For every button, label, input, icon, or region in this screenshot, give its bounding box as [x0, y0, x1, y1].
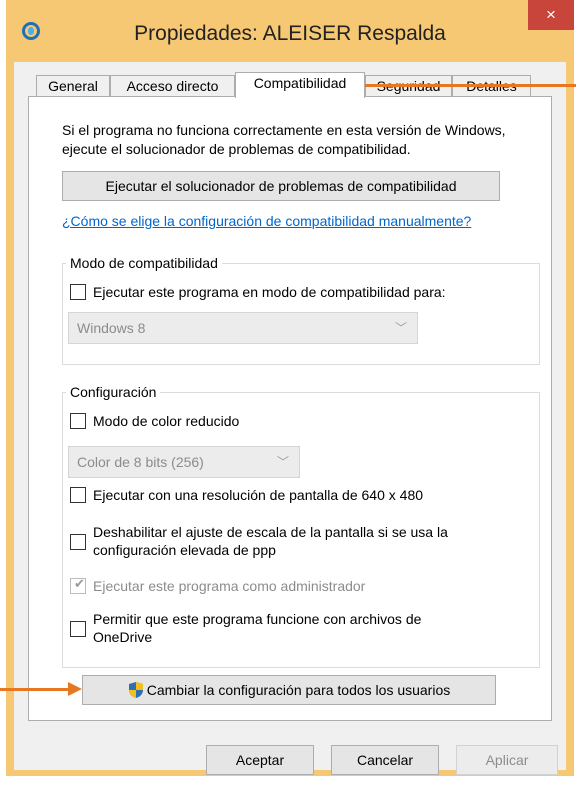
- reduced-color-checkbox[interactable]: [70, 413, 86, 429]
- apply-button[interactable]: Aplicar: [456, 745, 558, 775]
- compat-os-value: Windows 8: [77, 320, 146, 336]
- onedrive-checkbox[interactable]: [70, 621, 86, 637]
- color-depth-value: Color de 8 bits (256): [77, 454, 204, 470]
- close-icon: ×: [546, 5, 556, 24]
- color-depth-select[interactable]: Color de 8 bits (256) ﹀: [68, 446, 300, 478]
- run-as-admin-checkbox[interactable]: ✔: [70, 576, 86, 594]
- resolution-label: Ejecutar con una resolución de pantalla …: [93, 487, 424, 503]
- change-all-users-label: Cambiar la configuración para todos los …: [146, 682, 451, 698]
- chevron-down-icon: ﹀: [276, 455, 289, 469]
- onedrive-label-line1: Permitir que este programa funcione con …: [93, 611, 422, 627]
- compat-mode-checkbox[interactable]: [70, 284, 86, 300]
- uac-shield-icon: [128, 682, 143, 698]
- description-text: Si el programa no funciona correctamente…: [62, 122, 506, 157]
- compat-mode-label: Ejecutar este programa en modo de compat…: [93, 284, 446, 300]
- title-bar[interactable]: Propiedades: ALEISER Respalda ×: [6, 0, 574, 62]
- compat-os-select[interactable]: Windows 8 ﹀: [68, 312, 418, 344]
- onedrive-label-line2: OneDrive: [93, 629, 153, 645]
- chevron-down-icon: ﹀: [394, 321, 407, 335]
- troubleshooter-button[interactable]: Ejecutar el solucionador de problemas de…: [62, 171, 500, 201]
- dpi-scaling-label-line2: configuración elevada de ppp: [93, 542, 276, 558]
- annotation-arrow-button-line: [0, 688, 70, 691]
- run-as-admin-label: Ejecutar este programa como administrado…: [93, 578, 366, 594]
- tab-general[interactable]: General: [36, 75, 110, 97]
- cancel-button[interactable]: Cancelar: [331, 745, 439, 775]
- window-title: Propiedades: ALEISER Respalda: [134, 22, 446, 45]
- change-all-users-button[interactable]: Cambiar la configuración para todos los …: [82, 675, 496, 705]
- reduced-color-label: Modo de color reducido: [93, 413, 240, 429]
- checkmark-icon: ✔: [74, 576, 85, 591]
- annotation-arrow-button-head: [68, 682, 82, 696]
- tab-acceso-directo[interactable]: Acceso directo: [110, 75, 235, 97]
- annotation-arrow-tab-line: [362, 84, 576, 87]
- tab-compatibilidad[interactable]: Compatibilidad: [235, 72, 365, 98]
- settings-group-title: Configuración: [66, 384, 161, 400]
- manual-config-link[interactable]: ¿Cómo se elige la configuración de compa…: [62, 213, 471, 229]
- ok-button[interactable]: Aceptar: [206, 745, 314, 775]
- dpi-scaling-checkbox[interactable]: [70, 534, 86, 550]
- close-button[interactable]: ×: [528, 0, 574, 30]
- compat-mode-group-title: Modo de compatibilidad: [66, 255, 222, 271]
- resolution-checkbox[interactable]: [70, 487, 86, 503]
- dpi-scaling-label-line1: Deshabilitar el ajuste de escala de la p…: [93, 524, 448, 540]
